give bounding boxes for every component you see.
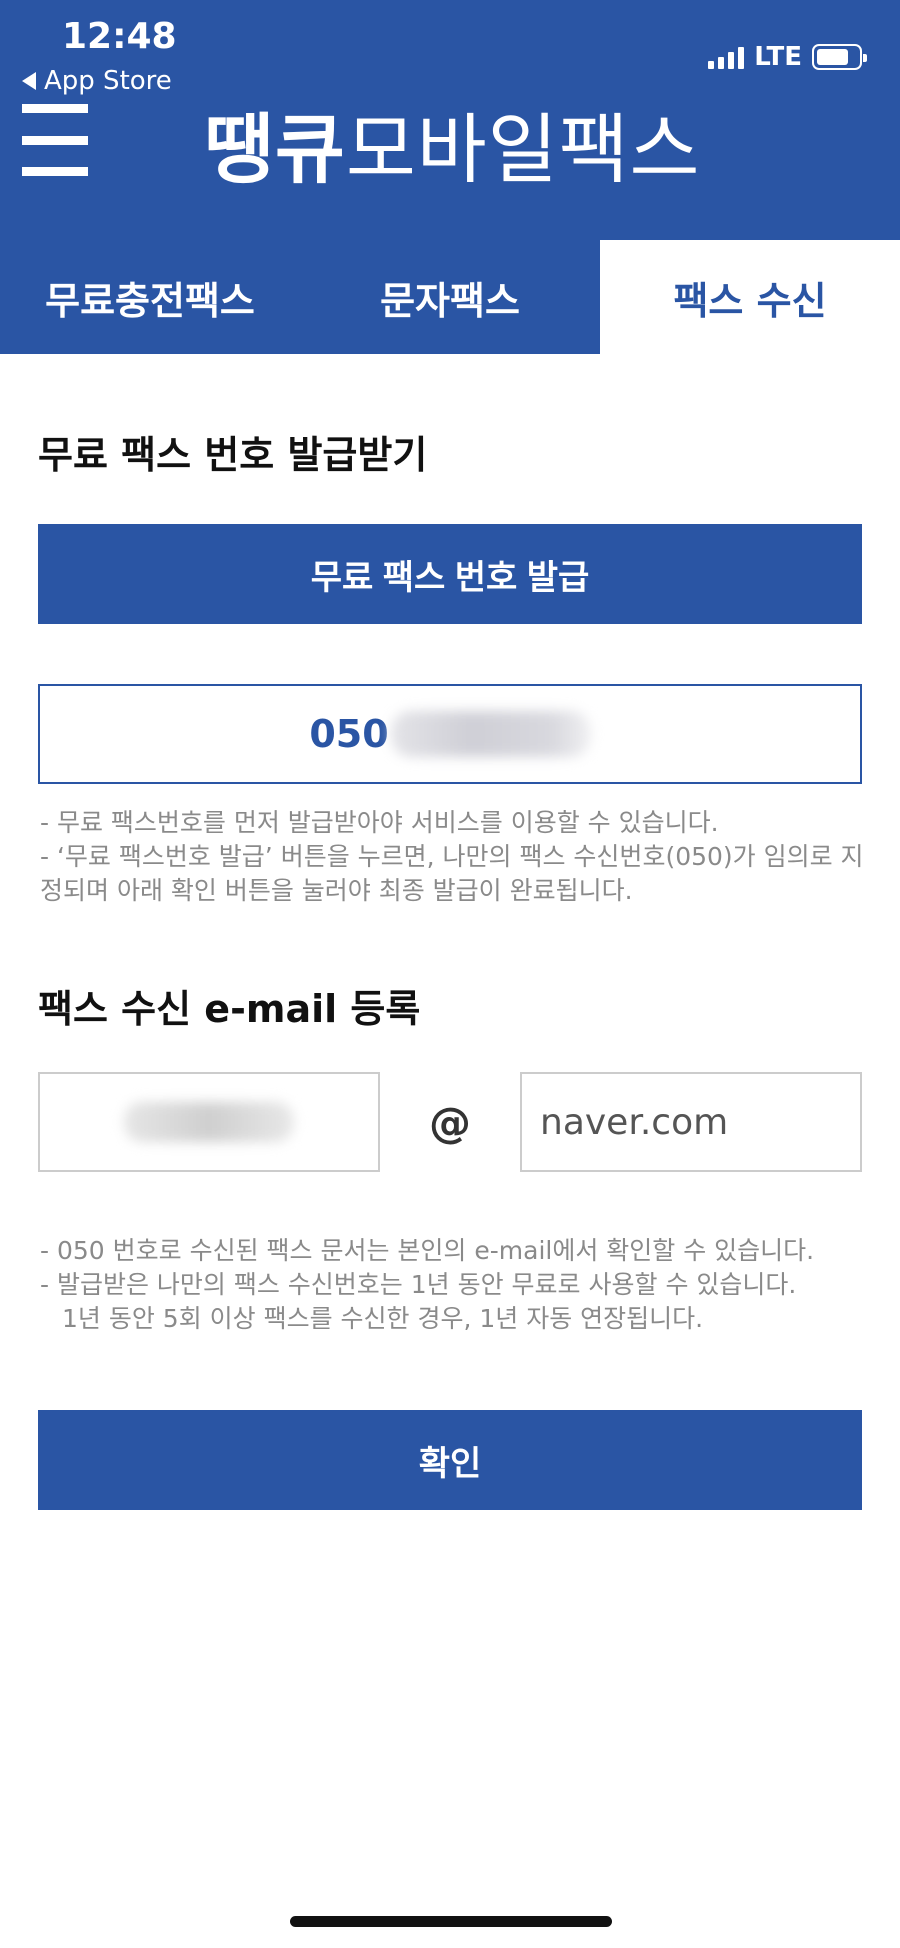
- confirm-button[interactable]: 확인: [38, 1410, 862, 1510]
- email-note-2: - 발급받은 나만의 팩스 수신번호는 1년 동안 무료로 사용할 수 있습니다…: [40, 1270, 797, 1299]
- tab-fax-receive[interactable]: 팩스 수신: [600, 240, 900, 354]
- signal-icon: [708, 45, 745, 69]
- app-title: 땡큐모바일팩스: [204, 88, 700, 198]
- issue-note-2: - ‘무료 팩스번호 발급’ 버튼을 누르면, 나만의 팩스 수신번호(050)…: [40, 842, 864, 905]
- email-id-masked: [124, 1102, 294, 1142]
- status-time: 12:48: [62, 16, 177, 57]
- email-row: @: [38, 1072, 862, 1172]
- tab-sms-fax[interactable]: 문자팩스: [300, 240, 600, 354]
- email-id-input[interactable]: [38, 1072, 380, 1172]
- app-title-bold: 땡큐: [204, 105, 346, 194]
- email-note-3: 1년 동안 5회 이상 팩스를 수신한 경우, 1년 자동 연장됩니다.: [62, 1304, 704, 1333]
- app-header: 12:48 App Store LTE 땡큐모바일팩스: [0, 0, 900, 240]
- email-note-1: - 050 번호로 수신된 팩스 문서는 본인의 e-mail에서 확인할 수 …: [40, 1236, 815, 1265]
- back-app-label: App Store: [44, 66, 172, 96]
- issue-fax-number-button[interactable]: 무료 팩스 번호 발급: [38, 524, 862, 624]
- issue-section-title: 무료 팩스 번호 발급받기: [38, 433, 428, 477]
- status-indicators: LTE: [708, 42, 867, 72]
- fax-number-display: 050: [38, 684, 862, 784]
- fax-number-masked: [390, 711, 591, 757]
- tab-bar: 무료충전팩스 문자팩스 팩스 수신: [0, 240, 900, 354]
- email-notes: - 050 번호로 수신된 팩스 문서는 본인의 e-mail에서 확인할 수 …: [40, 1234, 870, 1336]
- network-label: LTE: [754, 42, 802, 72]
- issue-note-1: - 무료 팩스번호를 먼저 발급받아야 서비스를 이용할 수 있습니다.: [40, 808, 719, 837]
- home-indicator[interactable]: [290, 1916, 612, 1927]
- battery-icon: [812, 44, 867, 70]
- back-arrow-icon: [22, 72, 36, 90]
- email-section-title: 팩스 수신 e-mail 등록: [38, 987, 421, 1031]
- email-domain-input[interactable]: [520, 1072, 862, 1172]
- hamburger-menu-icon[interactable]: [22, 104, 88, 176]
- tab-free-charge-fax[interactable]: 무료충전팩스: [0, 240, 300, 354]
- back-to-app-store[interactable]: App Store: [22, 66, 172, 96]
- at-sign: @: [429, 1097, 471, 1147]
- issue-notes: - 무료 팩스번호를 먼저 발급받아야 서비스를 이용할 수 있습니다. - ‘…: [40, 806, 870, 908]
- fax-number-prefix: 050: [309, 712, 389, 756]
- app-title-regular: 모바일팩스: [345, 105, 701, 194]
